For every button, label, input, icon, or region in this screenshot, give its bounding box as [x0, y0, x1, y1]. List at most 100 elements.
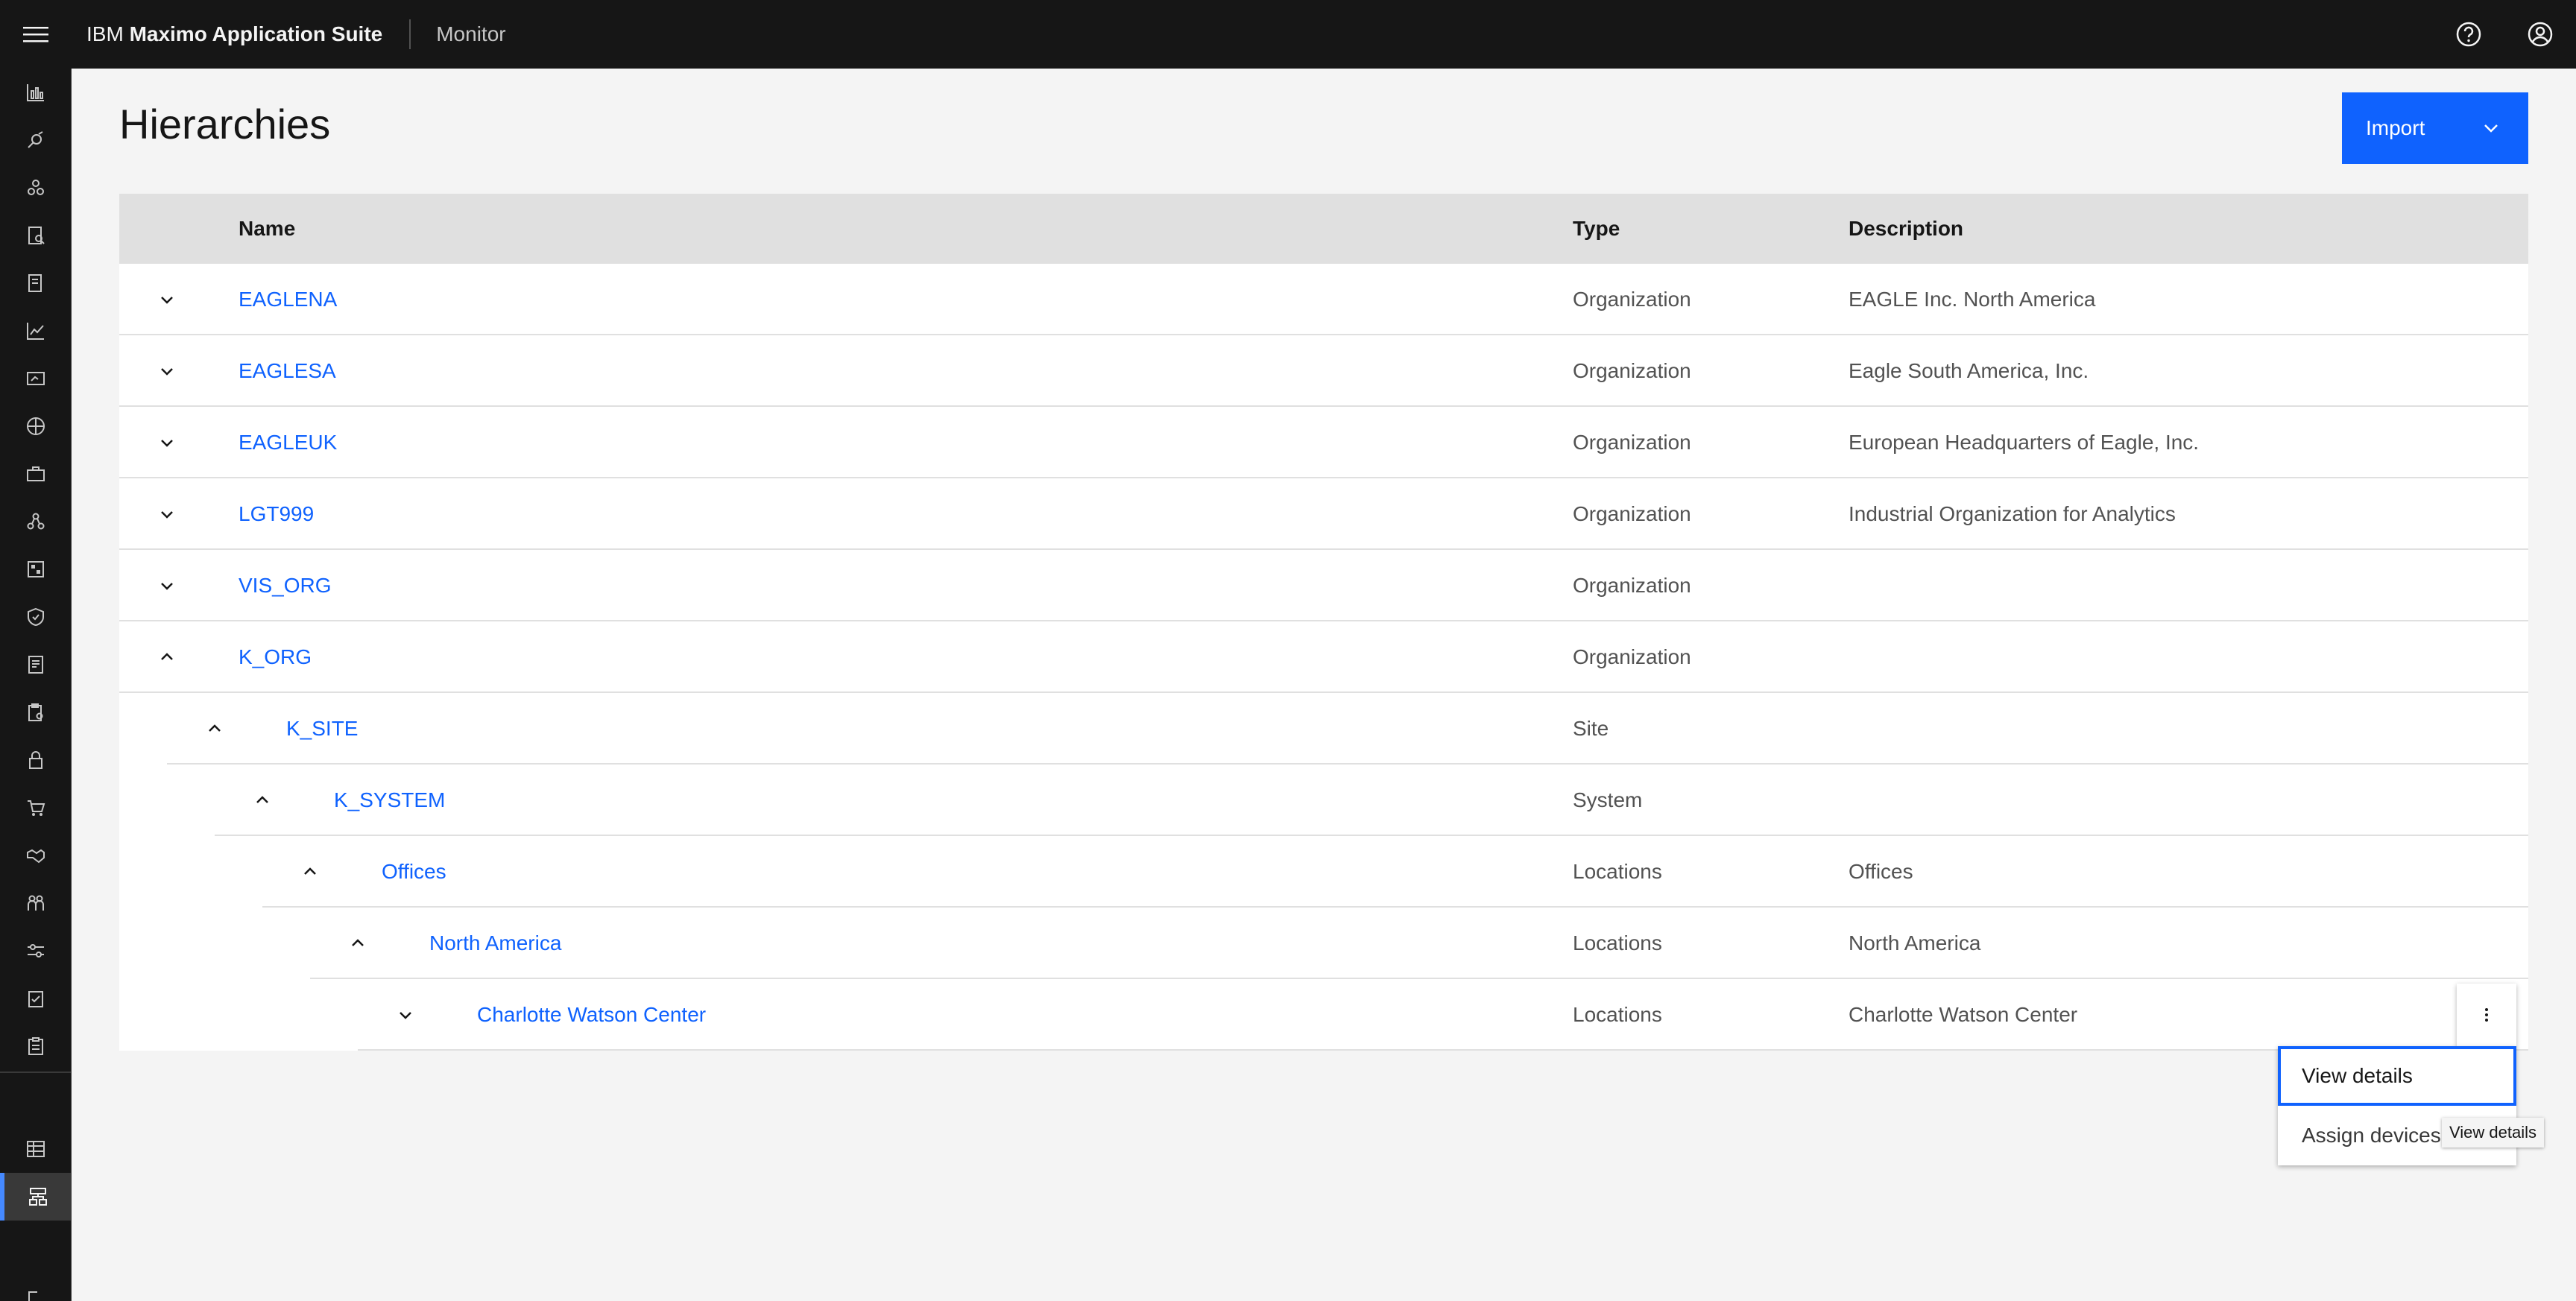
page-title: Hierarchies	[119, 101, 331, 148]
top-header: IBM Maximo Application Suite Monitor	[0, 0, 2576, 69]
table-row[interactable]: LGT999 Organization Industrial Organizatio…	[119, 478, 2528, 550]
app-name: Monitor	[436, 22, 506, 45]
chevron-up-icon[interactable]	[295, 857, 325, 887]
row-name-link[interactable]: K_ORG	[239, 621, 312, 693]
network-icon[interactable]	[0, 402, 72, 450]
header-divider	[409, 19, 411, 49]
asset-icon[interactable]	[0, 164, 72, 212]
document-icon[interactable]	[0, 641, 72, 689]
table-row[interactable]: EAGLENA Organization EAGLE Inc. North Amer…	[119, 264, 2528, 335]
chevron-up-icon[interactable]	[343, 928, 373, 958]
table-body: EAGLENA Organization EAGLE Inc. North Amer…	[119, 264, 2528, 1051]
user-avatar-icon[interactable]	[2504, 0, 2576, 69]
column-header-description[interactable]: Description	[1849, 194, 1963, 264]
row-indent	[119, 836, 262, 908]
row-background	[262, 836, 2528, 908]
row-name-link[interactable]: K_SITE	[286, 693, 358, 765]
row-background	[310, 908, 2528, 979]
satellite-icon[interactable]	[0, 116, 72, 164]
import-button-label: Import	[2366, 116, 2425, 139]
cart-icon[interactable]	[0, 784, 72, 832]
help-icon[interactable]	[2433, 0, 2504, 69]
table-header: Name Type Description	[119, 194, 2528, 264]
logout-icon[interactable]	[0, 1276, 72, 1301]
row-background	[167, 693, 2528, 765]
row-name-link[interactable]: Offices	[382, 836, 446, 908]
column-header-type[interactable]: Type	[1573, 194, 1620, 264]
row-background	[119, 335, 2528, 407]
row-name-link[interactable]: VIS_ORG	[239, 550, 331, 621]
people-icon[interactable]	[0, 879, 72, 927]
row-description: Industrial Organization for Analytics	[1849, 502, 2176, 525]
row-name-link[interactable]: Charlotte Watson Center	[477, 979, 706, 1051]
analytics-icon[interactable]	[0, 69, 72, 116]
brand-prefix: IBM	[86, 22, 124, 45]
row-background	[119, 621, 2528, 693]
view-details-menu-item[interactable]: View details	[2278, 1046, 2516, 1106]
row-description: Eagle South America, Inc.	[1849, 359, 2089, 382]
lock-icon[interactable]	[0, 736, 72, 784]
menu-icon[interactable]	[0, 0, 72, 69]
table-row[interactable]: K_ORG Organization	[119, 621, 2528, 693]
import-button[interactable]: Import	[2342, 92, 2528, 164]
tool-kit-icon[interactable]	[0, 450, 72, 498]
row-type: Organization	[1573, 359, 1691, 382]
row-name-link[interactable]: EAGLEUK	[239, 407, 337, 478]
hierarchy-table: Name Type Description EAGLENA Organizatio…	[119, 194, 2528, 1051]
table-row[interactable]: Charlotte Watson Center Locations Charlott…	[119, 979, 2528, 1051]
dashboard-icon[interactable]	[0, 355, 72, 402]
row-name-link[interactable]: LGT999	[239, 478, 314, 550]
checklist-icon[interactable]	[0, 975, 72, 1022]
row-description: Offices	[1849, 860, 1913, 883]
model-icon[interactable]	[0, 498, 72, 545]
security-icon[interactable]	[0, 593, 72, 641]
row-description: European Headquarters of Eagle, Inc.	[1849, 431, 2200, 454]
chevron-up-icon[interactable]	[200, 714, 230, 744]
settings-adjust-icon[interactable]	[0, 927, 72, 975]
brand-title[interactable]: IBM Maximo Application Suite	[86, 22, 382, 46]
handshake-icon[interactable]	[0, 832, 72, 879]
chevron-down-icon	[2481, 118, 2501, 142]
row-description: EAGLE Inc. North America	[1849, 288, 2096, 311]
chevron-up-icon[interactable]	[247, 785, 277, 815]
overflow-menu: View details Assign devices	[2278, 1046, 2516, 1165]
column-header-name[interactable]: Name	[239, 194, 295, 264]
row-type: Organization	[1573, 645, 1691, 668]
report-icon[interactable]	[0, 259, 72, 307]
task-icon[interactable]	[0, 1022, 72, 1070]
overflow-menu-icon[interactable]	[2457, 984, 2516, 1046]
clipboard-icon[interactable]	[0, 689, 72, 736]
chevron-up-icon[interactable]	[152, 642, 182, 672]
table-row[interactable]: North America Locations North America	[119, 908, 2528, 979]
table-row[interactable]: Offices Locations Offices	[119, 836, 2528, 908]
side-nav	[0, 69, 72, 1301]
row-name-link[interactable]: EAGLENA	[239, 264, 337, 335]
table-row[interactable]: K_SYSTEM System	[119, 765, 2528, 836]
table-row[interactable]: EAGLESA Organization Eagle South America, …	[119, 335, 2528, 407]
inspection-icon[interactable]	[0, 212, 72, 259]
chevron-down-icon[interactable]	[152, 571, 182, 601]
table-row[interactable]: VIS_ORG Organization	[119, 550, 2528, 621]
chevron-down-icon[interactable]	[152, 356, 182, 386]
view-details-tooltip: View details	[2442, 1118, 2544, 1148]
grid-icon[interactable]	[0, 545, 72, 593]
chevron-down-icon[interactable]	[152, 428, 182, 458]
row-indent	[119, 979, 358, 1051]
table-row[interactable]: EAGLEUK Organization European Headquarters…	[119, 407, 2528, 478]
chevron-down-icon[interactable]	[391, 1000, 420, 1030]
chart-line-icon[interactable]	[0, 307, 72, 355]
row-indent	[119, 908, 310, 979]
row-name-link[interactable]: North America	[429, 908, 561, 979]
row-indent	[119, 765, 215, 836]
row-type: Organization	[1573, 574, 1691, 597]
data-table-icon[interactable]	[0, 1125, 72, 1173]
row-type: Locations	[1573, 1003, 1662, 1026]
hierarchy-icon[interactable]	[0, 1173, 72, 1221]
row-description: Charlotte Watson Center	[1849, 1003, 2078, 1026]
table-row[interactable]: K_SITE Site	[119, 693, 2528, 765]
chevron-down-icon[interactable]	[152, 499, 182, 529]
row-name-link[interactable]: EAGLESA	[239, 335, 336, 407]
row-indent	[119, 693, 167, 765]
row-name-link[interactable]: K_SYSTEM	[334, 765, 445, 836]
chevron-down-icon[interactable]	[152, 285, 182, 314]
